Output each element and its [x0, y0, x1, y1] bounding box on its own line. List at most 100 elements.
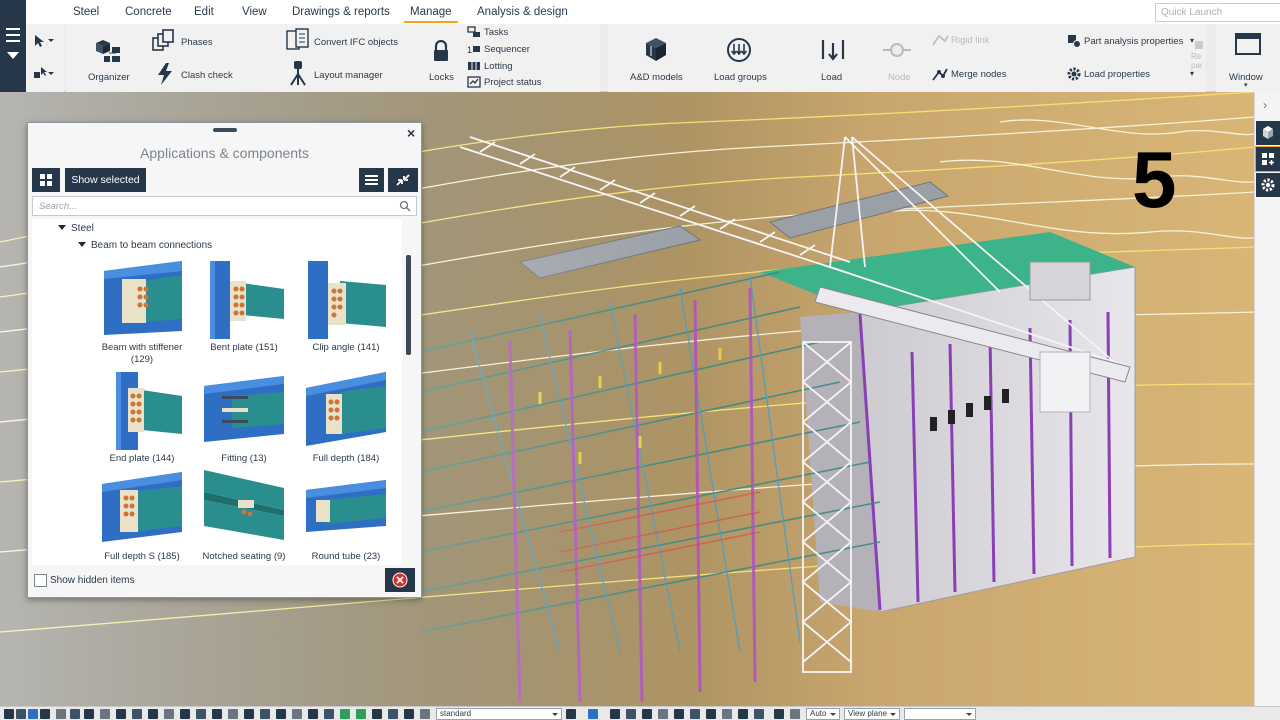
components-button[interactable]: [1255, 146, 1280, 172]
locks-label[interactable]: Locks: [429, 72, 454, 83]
app-menu-button[interactable]: [0, 0, 26, 92]
snap-midpoint-icon[interactable]: [658, 709, 668, 719]
grid-tool-icon[interactable]: [56, 709, 66, 719]
panel-drag-handle[interactable]: [213, 128, 237, 132]
filter-tool-icon[interactable]: [40, 709, 50, 719]
project-status-label[interactable]: Project status: [484, 77, 542, 88]
snap-3d-icon[interactable]: [774, 709, 784, 719]
part-tool-icon[interactable]: [70, 709, 80, 719]
component-item[interactable]: Bent plate (151): [189, 261, 299, 365]
snap-center-icon[interactable]: [196, 709, 206, 719]
menu-button[interactable]: [359, 168, 384, 192]
snap-end-icon[interactable]: [164, 709, 174, 719]
smart-select-icon[interactable]: [372, 709, 382, 719]
convert-ifc-label[interactable]: Convert IFC objects: [314, 37, 398, 48]
gear-icon[interactable]: [1066, 66, 1082, 82]
snap-plane-icon[interactable]: [324, 709, 334, 719]
ortho-icon[interactable]: [356, 709, 366, 719]
select-assembly-icon[interactable]: [404, 709, 414, 719]
component-item[interactable]: End plate (144): [87, 372, 197, 476]
lotting-icon[interactable]: [467, 60, 481, 72]
load-properties-label[interactable]: Load properties: [1084, 69, 1150, 80]
component-item[interactable]: Fitting (13): [189, 372, 299, 476]
show-selected-button[interactable]: Show selected: [65, 168, 146, 192]
project-status-icon[interactable]: [467, 76, 481, 88]
snap-line-icon[interactable]: [260, 709, 270, 719]
ad-models-label[interactable]: A&D models: [630, 72, 683, 83]
snap-parallel-icon[interactable]: [754, 709, 764, 719]
snap-2d-icon[interactable]: [790, 709, 800, 719]
delete-button[interactable]: [385, 568, 415, 592]
component-item[interactable]: Beam with stiffener (129): [87, 261, 197, 365]
sequencer-icon[interactable]: 1: [467, 43, 481, 55]
pointer-icon[interactable]: [33, 34, 55, 48]
snap-node-icon[interactable]: [738, 709, 748, 719]
line-tool-icon[interactable]: [84, 709, 94, 719]
load-groups-icon[interactable]: [726, 37, 752, 63]
snap-mid-icon[interactable]: [180, 709, 190, 719]
tab-analysis-design[interactable]: Analysis & design: [477, 6, 568, 18]
layout-manager-icon[interactable]: [288, 60, 308, 86]
tab-steel[interactable]: Steel: [73, 6, 99, 18]
component-search-input[interactable]: [33, 197, 383, 215]
panel-close-button[interactable]: ×: [407, 125, 415, 141]
lock-icon[interactable]: [431, 40, 451, 64]
clash-check-label[interactable]: Clash check: [181, 70, 233, 81]
snap-nearest-icon[interactable]: [244, 709, 254, 719]
view-tool-icon[interactable]: [132, 709, 142, 719]
select-object-icon[interactable]: [420, 709, 430, 719]
select-tool-icon[interactable]: [4, 709, 14, 719]
merge-nodes-icon[interactable]: [931, 66, 949, 82]
collapse-panel-button[interactable]: [388, 168, 418, 192]
select-filter-icon[interactable]: [33, 66, 55, 80]
scrollbar-thumb[interactable]: [406, 255, 411, 355]
snap-quadrant-icon[interactable]: [722, 709, 732, 719]
thumbnail-view-button[interactable]: [32, 168, 60, 192]
drag-drop-icon[interactable]: [388, 709, 398, 719]
component-item[interactable]: Clip angle (141): [291, 261, 401, 365]
tasks-icon[interactable]: [467, 26, 481, 38]
snap-endpoint-icon[interactable]: [642, 709, 652, 719]
tab-manage[interactable]: Manage: [404, 6, 458, 23]
convert-ifc-icon[interactable]: [284, 27, 312, 53]
hatch-tool-icon[interactable]: [116, 709, 126, 719]
merge-nodes-label[interactable]: Merge nodes: [951, 69, 1006, 80]
catalog-scrollbar[interactable]: [404, 219, 414, 565]
clash-check-icon[interactable]: [154, 62, 176, 86]
lotting-label[interactable]: Lotting: [484, 61, 513, 72]
measure-tool-icon[interactable]: [148, 709, 158, 719]
selection-filter-dropdown[interactable]: standard: [436, 708, 562, 720]
snap-reference-icon[interactable]: [610, 709, 620, 719]
tree-node-beam-to-beam[interactable]: Beam to beam connections: [78, 240, 212, 251]
load-icon[interactable]: [820, 37, 846, 65]
window-icon[interactable]: [1234, 32, 1262, 56]
pointer-tool-icon[interactable]: [16, 709, 26, 719]
snap-tool-icon[interactable]: [28, 709, 38, 719]
tab-drawings-reports[interactable]: Drawings & reports: [292, 6, 390, 18]
phases-label[interactable]: Phases: [181, 37, 213, 48]
snap-centerpoint-icon[interactable]: [674, 709, 684, 719]
snap-grid-icon[interactable]: [276, 709, 286, 719]
plane-tool-icon[interactable]: [100, 709, 110, 719]
quick-launch-input[interactable]: [1156, 4, 1276, 21]
snap-geometry-icon[interactable]: [626, 709, 636, 719]
load-groups-label[interactable]: Load groups: [714, 72, 767, 83]
snap-override-icon[interactable]: [340, 709, 350, 719]
snap-points-icon[interactable]: [588, 709, 598, 719]
tab-view[interactable]: View: [242, 6, 267, 18]
component-item[interactable]: Round tube (23): [291, 470, 401, 565]
organizer-icon[interactable]: [92, 37, 124, 67]
filter-settings-icon[interactable]: [566, 709, 576, 719]
tab-concrete[interactable]: Concrete: [125, 6, 172, 18]
snap-depth-dropdown[interactable]: Auto: [806, 708, 840, 720]
cube-view-button[interactable]: [1256, 121, 1280, 145]
part-analysis-properties-icon[interactable]: [1066, 33, 1082, 49]
expand-chevron-icon[interactable]: ›: [1263, 98, 1267, 112]
tab-edit[interactable]: Edit: [194, 6, 214, 18]
layout-manager-label[interactable]: Layout manager: [314, 70, 383, 81]
window-dropdown-icon[interactable]: ▾: [1244, 81, 1248, 89]
snap-type-dropdown[interactable]: [904, 708, 976, 720]
load-properties-dropdown-icon[interactable]: ▾: [1190, 69, 1194, 78]
snap-any-icon[interactable]: [292, 709, 302, 719]
snap-free-icon[interactable]: [308, 709, 318, 719]
